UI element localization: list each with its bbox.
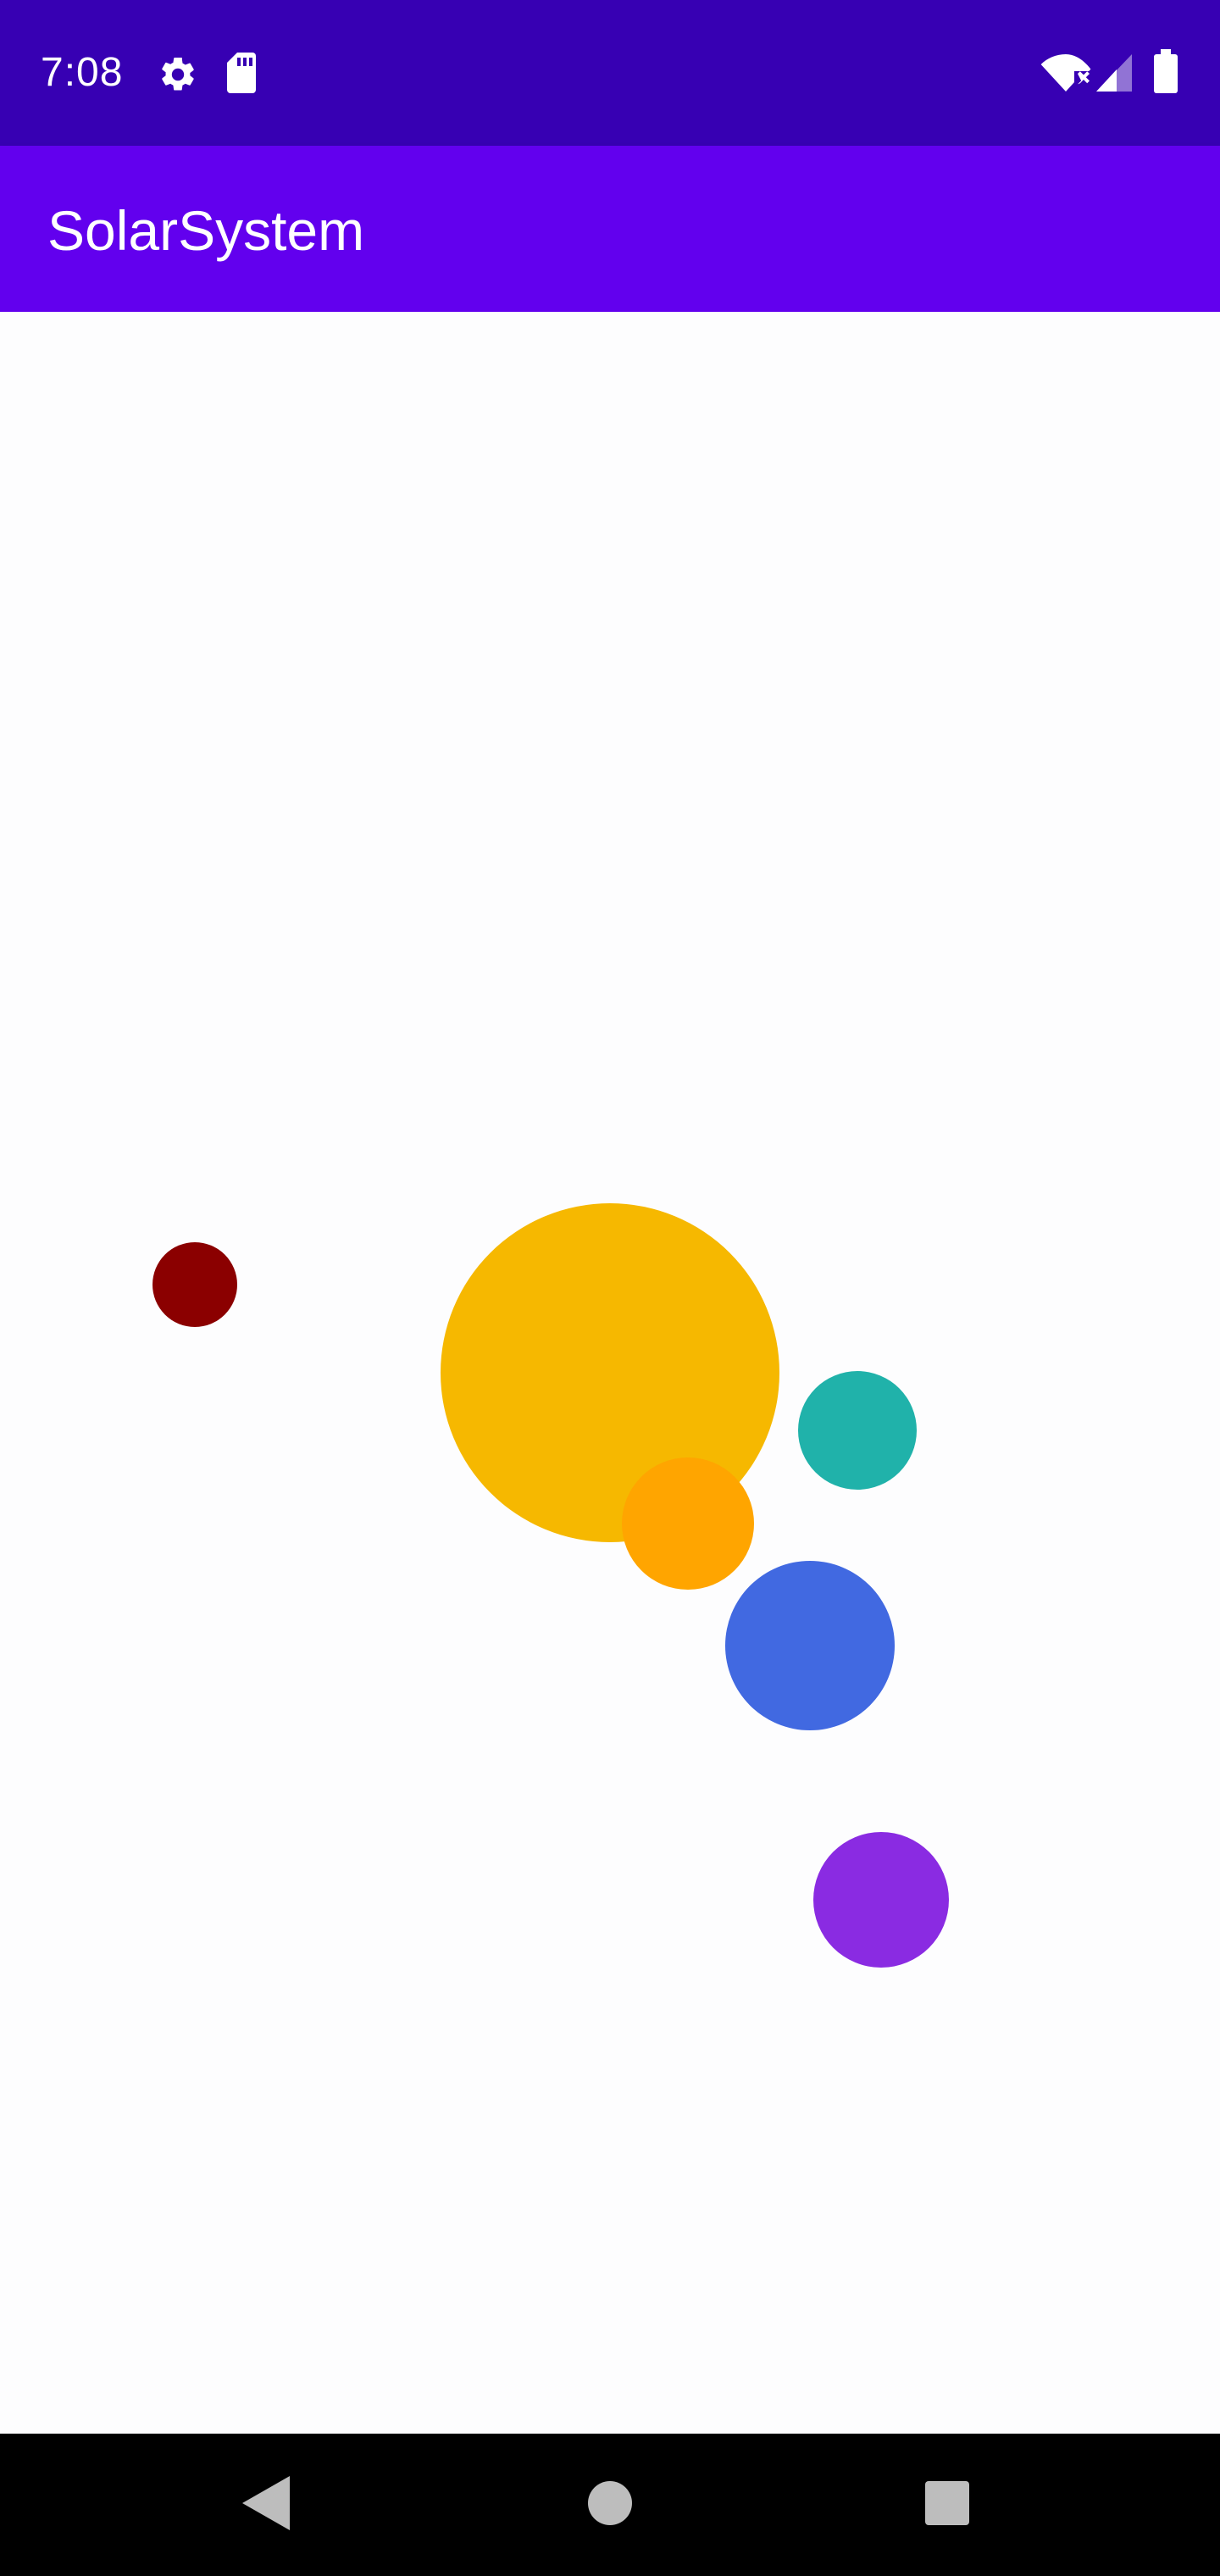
- solar-system-canvas: [0, 312, 1220, 2434]
- dark-red-planet: [152, 1242, 237, 1327]
- screen: 7:08 SolarSystem: [0, 0, 1220, 2576]
- home-icon[interactable]: [588, 2481, 632, 2525]
- orange-planet: [622, 1457, 754, 1590]
- solar-system-svg: [152, 1203, 949, 1968]
- recents-icon[interactable]: [925, 2481, 969, 2525]
- back-icon[interactable]: [239, 2474, 293, 2532]
- cell-signal-icon: [1096, 54, 1132, 92]
- navigation-bar: [0, 2434, 1220, 2576]
- app-title: SolarSystem: [47, 199, 365, 262]
- battery-icon: [1154, 49, 1178, 93]
- settings-gear-icon: [162, 57, 194, 91]
- blue-planet: [725, 1561, 895, 1730]
- wifi-off-icon: [1040, 54, 1091, 92]
- status-bar: 7:08: [0, 0, 1220, 146]
- teal-planet: [798, 1371, 917, 1490]
- status-time: 7:08: [41, 50, 124, 95]
- sd-card-icon: [227, 53, 256, 93]
- app-bar: SolarSystem: [0, 146, 1220, 312]
- purple-planet: [813, 1832, 949, 1968]
